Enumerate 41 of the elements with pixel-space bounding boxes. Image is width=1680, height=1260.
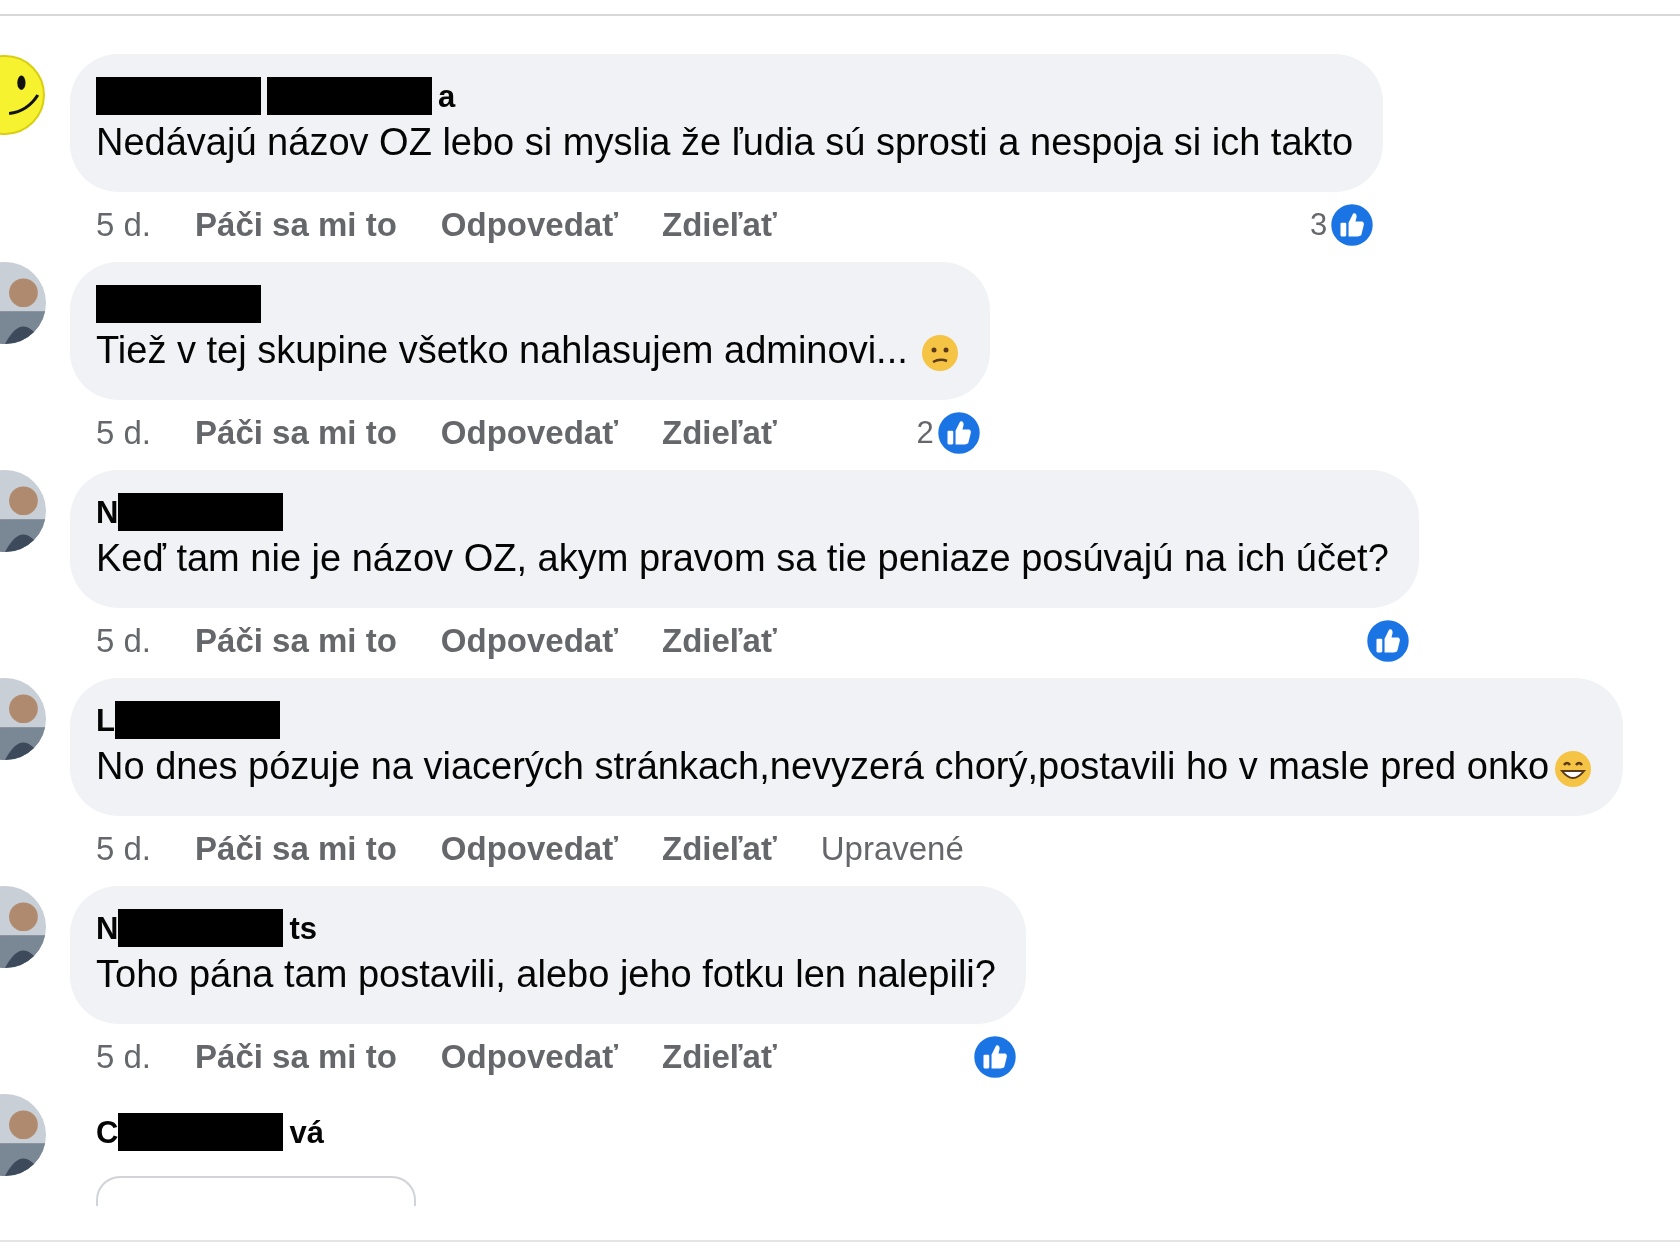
confused-face-icon bbox=[919, 332, 960, 373]
comment-time[interactable]: 5 d. bbox=[96, 1032, 152, 1082]
like-link[interactable]: Páči sa mi to bbox=[195, 1032, 397, 1082]
comment-text: Keď tam nie je názov OZ, akym pravom sa tie peniaze posúvajú na ich účet? bbox=[96, 536, 1389, 581]
share-link[interactable]: Zdieľať bbox=[662, 824, 777, 874]
grinning-face-icon bbox=[1553, 748, 1594, 789]
like-link[interactable]: Páči sa mi to bbox=[195, 408, 397, 458]
author-name[interactable]: N bbox=[96, 912, 119, 944]
author-name[interactable]: C bbox=[96, 1116, 119, 1148]
reply-link[interactable]: Odpovedať bbox=[440, 824, 618, 874]
share-link[interactable]: Zdieľať bbox=[662, 1032, 777, 1082]
thumbs-up-icon bbox=[1329, 202, 1376, 248]
author-name[interactable]: L bbox=[96, 704, 115, 736]
comment-time[interactable]: 5 d. bbox=[96, 824, 152, 874]
reaction-count[interactable]: 2 bbox=[916, 409, 934, 457]
author-name[interactable]: vá bbox=[289, 1116, 324, 1148]
reply-link[interactable]: Odpovedať bbox=[440, 616, 618, 666]
comment-time[interactable]: 5 d. bbox=[96, 616, 152, 666]
reaction-count[interactable]: 3 bbox=[1310, 201, 1328, 249]
thumbs-up-icon bbox=[935, 410, 982, 456]
edited-label: Upravené bbox=[820, 829, 964, 870]
reply-link[interactable]: Odpovedať bbox=[440, 408, 618, 458]
comment-time[interactable]: 5 d. bbox=[96, 200, 152, 250]
reply-link[interactable]: Odpovedať bbox=[440, 200, 618, 250]
comment-text: Tiež v tej skupine všetko nahlasujem adminovi... bbox=[96, 324, 960, 376]
author-name[interactable]: ts bbox=[289, 912, 317, 944]
author-name[interactable]: a bbox=[438, 80, 456, 112]
like-link[interactable]: Páči sa mi to bbox=[195, 200, 397, 250]
comment-text: Nedávajú názov OZ lebo si myslia že ľudia sú sprosti a nespoja si ich takto bbox=[96, 120, 1354, 165]
comment-text: No dnes pózuje na viacerých stránkach,nevyzerá chorý,postavili ho v masle pred onko bbox=[96, 740, 1594, 792]
share-link[interactable]: Zdieľať bbox=[662, 408, 777, 458]
share-link[interactable]: Zdieľať bbox=[662, 200, 777, 250]
like-link[interactable]: Páči sa mi to bbox=[195, 824, 397, 874]
comment-text: Toho pána tam postavili, alebo jeho fotku len nalepili? bbox=[96, 952, 996, 997]
comment-time[interactable]: 5 d. bbox=[96, 408, 152, 458]
like-link[interactable]: Páči sa mi to bbox=[195, 616, 397, 666]
thumbs-up-icon bbox=[971, 1034, 1018, 1080]
reply-link[interactable]: Odpovedať bbox=[440, 1032, 618, 1082]
share-link[interactable]: Zdieľať bbox=[662, 616, 777, 666]
thumbs-up-icon bbox=[1364, 618, 1411, 664]
author-name[interactable]: N bbox=[96, 496, 119, 528]
